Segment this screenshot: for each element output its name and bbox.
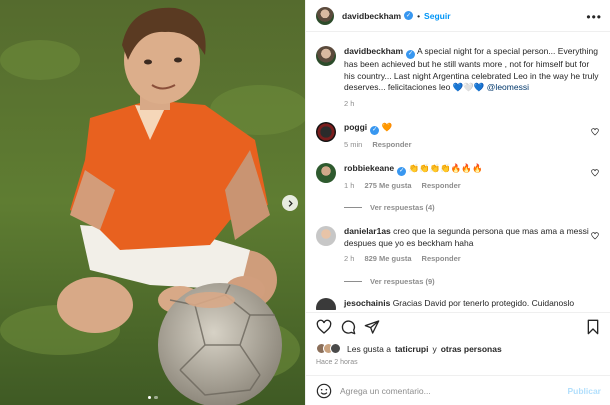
more-options-icon[interactable]: ••• <box>586 10 602 24</box>
liker-avatars <box>316 343 341 354</box>
comment-likes[interactable]: 275 Me gusta <box>364 180 411 192</box>
heart-icon[interactable] <box>591 169 599 177</box>
liker-avatar <box>330 343 341 354</box>
comment-input[interactable] <box>340 385 560 396</box>
separator-dot: • <box>417 10 421 21</box>
bookmark-icon[interactable] <box>585 319 601 335</box>
view-replies-label: Ver respuestas (9) <box>370 277 435 286</box>
comment-row: danielar1as creo que la segunda persona … <box>316 226 601 265</box>
likes-suffix: y <box>432 343 437 354</box>
comments-list[interactable]: davidbeckham ✓ A special night for a spec… <box>306 40 610 310</box>
caption-username[interactable]: davidbeckham <box>344 46 403 56</box>
post-header: davidbeckham ✓ • Seguir ••• <box>306 0 610 32</box>
comment-username[interactable]: robbiekeane <box>344 163 394 173</box>
follow-button[interactable]: Seguir <box>424 11 450 21</box>
commenter-avatar[interactable] <box>316 163 336 183</box>
comment-text: Gracias David por tenerlo protegido. Cui… <box>392 298 575 308</box>
comment-row: poggi ✓ 🧡 5 min Responder <box>316 122 601 151</box>
heart-icon[interactable] <box>591 128 599 136</box>
commenter-avatar[interactable] <box>316 226 336 246</box>
likes-prefix: Les gusta a <box>347 343 391 354</box>
carousel-dot <box>147 395 151 399</box>
post-photo <box>0 0 305 405</box>
heart-icon[interactable] <box>316 319 332 335</box>
view-replies-button[interactable]: Ver respuestas (4) <box>344 203 435 212</box>
author-avatar[interactable] <box>316 6 334 25</box>
comment-likes[interactable]: 829 Me gusta <box>364 253 411 265</box>
liker-username[interactable]: taticrupi <box>395 344 429 354</box>
verified-check-icon: ✓ <box>404 11 414 20</box>
carousel-dot <box>154 395 158 399</box>
heart-icon[interactable] <box>591 232 599 240</box>
comment-username[interactable]: jesochainis <box>344 298 390 308</box>
likes-summary: Les gusta a taticrupi y otras personas <box>316 343 502 354</box>
comment-text: 🧡 <box>381 122 393 132</box>
author-username[interactable]: davidbeckham <box>342 11 401 21</box>
chevron-right-icon <box>288 199 293 207</box>
caption-mention-link[interactable]: @leomessi <box>487 82 529 92</box>
view-replies-label: Ver respuestas (4) <box>370 203 435 212</box>
other-likers-link[interactable]: otras personas <box>441 344 502 354</box>
instagram-post-modal: davidbeckham ✓ • Seguir ••• davidbeckham… <box>0 0 610 405</box>
reply-button[interactable]: Responder <box>422 253 461 265</box>
comment-time: 2 h <box>344 254 355 263</box>
verified-check-icon: ✓ <box>370 126 380 136</box>
share-icon[interactable] <box>364 319 380 335</box>
author-avatar[interactable] <box>316 46 336 66</box>
comment-text: 👏👏👏👏🔥🔥🔥 <box>408 163 483 173</box>
carousel-dots <box>0 395 305 399</box>
caption-time: 2 h <box>344 98 355 108</box>
comment-time: 5 min <box>344 140 363 150</box>
comment-username[interactable]: poggi <box>344 122 367 132</box>
reply-button[interactable]: Responder <box>372 139 411 151</box>
caption: davidbeckham ✓ A special night for a spec… <box>316 46 601 109</box>
reply-button[interactable]: Responder <box>422 180 461 192</box>
comment-icon[interactable] <box>340 319 356 335</box>
publish-button[interactable]: Publicar <box>567 386 601 396</box>
next-photo-button[interactable] <box>282 195 298 211</box>
comment-username[interactable]: danielar1as <box>344 226 391 236</box>
emoji-icon[interactable] <box>316 383 332 399</box>
replies-line <box>344 207 362 208</box>
comment-row: jesochainis Gracias David por tenerlo pr… <box>316 298 601 310</box>
replies-line <box>344 281 362 282</box>
comment-row: robbiekeane ✓ 👏👏👏👏🔥🔥🔥 1 h 275 Me gusta Re… <box>316 163 601 192</box>
commenter-avatar[interactable] <box>316 298 336 310</box>
verified-check-icon: ✓ <box>406 50 416 60</box>
commenter-avatar[interactable] <box>316 122 336 142</box>
post-actions-bar <box>306 312 610 340</box>
view-replies-button[interactable]: Ver respuestas (9) <box>344 277 435 286</box>
comment-time: 1 h <box>344 181 355 191</box>
post-side-panel: davidbeckham ✓ • Seguir ••• davidbeckham… <box>305 0 610 405</box>
post-time: Hace 2 horas <box>316 359 358 366</box>
verified-check-icon: ✓ <box>397 167 407 177</box>
child-with-football-photo <box>0 0 305 405</box>
add-comment-bar: Publicar <box>306 375 610 405</box>
